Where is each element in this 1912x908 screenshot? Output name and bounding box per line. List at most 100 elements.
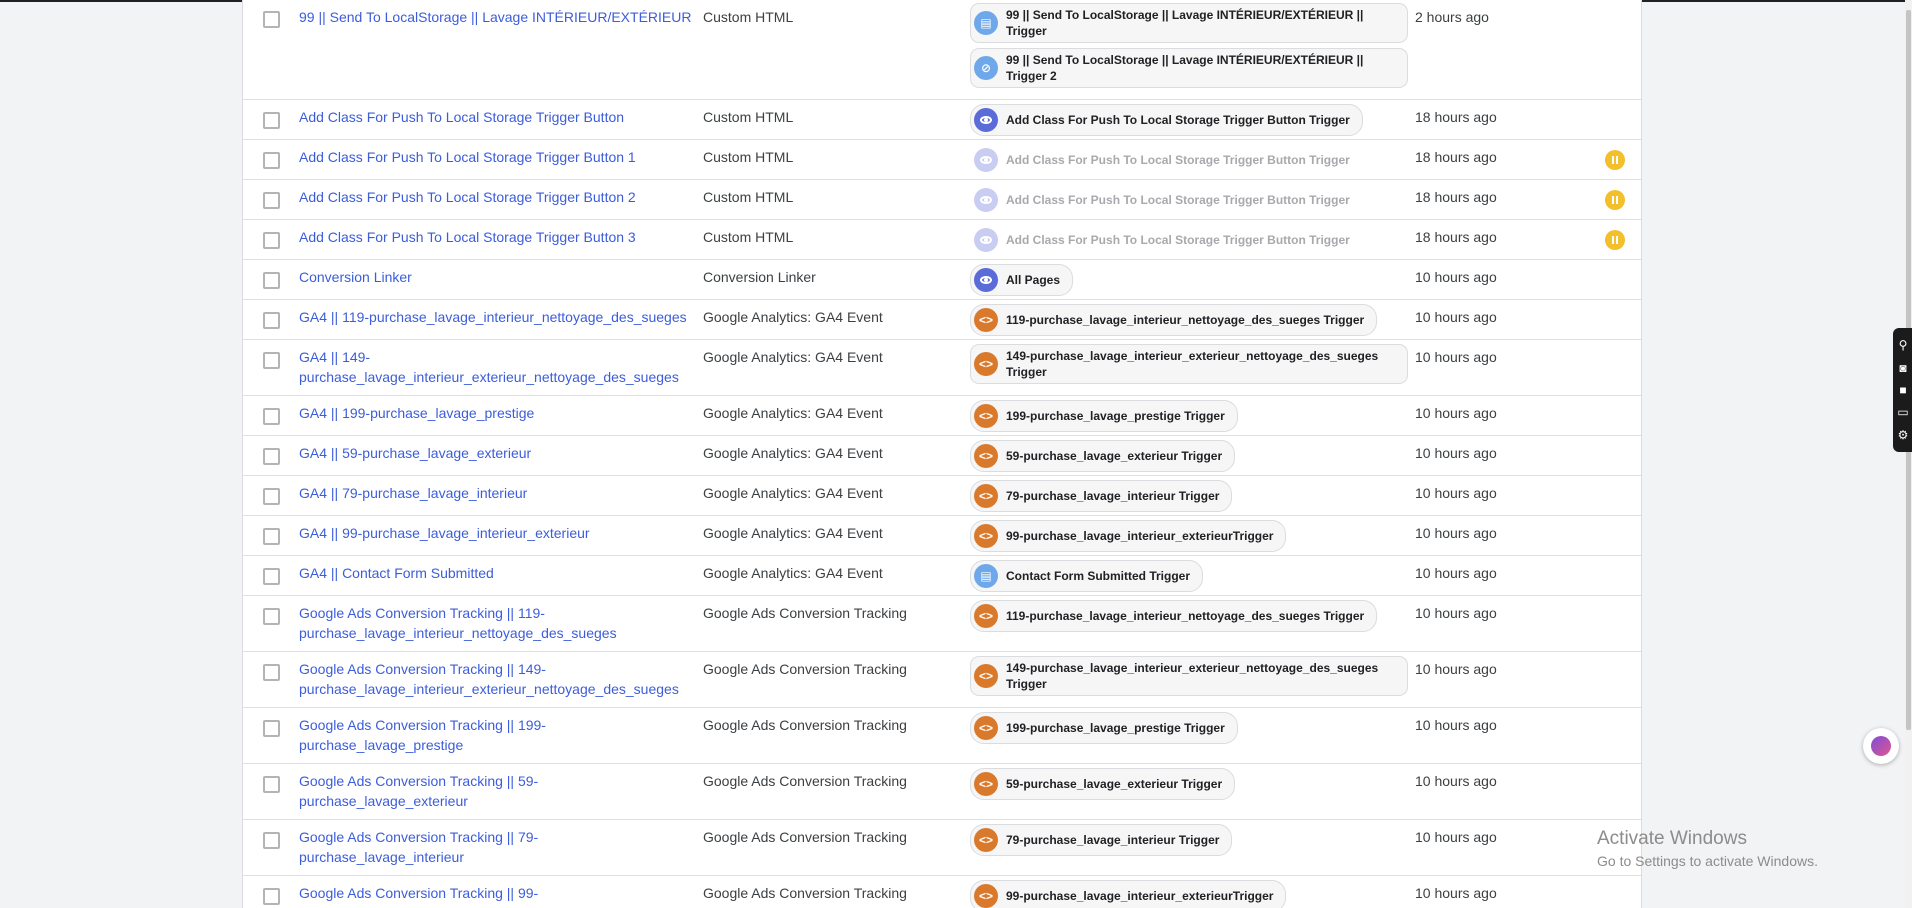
trigger-chip[interactable]: <> 149-purchase_lavage_interieur_exterieu… — [970, 656, 1408, 696]
tag-name-link[interactable]: GA4 || 99-purchase_lavage_interieur_exte… — [299, 523, 699, 543]
tag-name-link[interactable]: GA4 || 149-purchase_lavage_interieur_ext… — [299, 347, 699, 387]
trigger-chip[interactable]: <> 99-purchase_lavage_interieur_exterieur… — [970, 880, 1287, 908]
table-row[interactable]: Add Class For Push To Local Storage Trig… — [243, 140, 1641, 180]
custom-event-icon: <> — [974, 524, 998, 548]
trigger-chip[interactable]: <> 199-purchase_lavage_prestige Trigger — [970, 712, 1238, 744]
trigger-chip[interactable]: ▤ 99 || Send To LocalStorage || Lavage IN… — [970, 3, 1408, 43]
tag-name-link[interactable]: Add Class For Push To Local Storage Trig… — [299, 227, 699, 247]
trigger-chip[interactable]: ⊘ 99 || Send To LocalStorage || Lavage IN… — [970, 48, 1408, 88]
comment-icon[interactable]: ▭ — [1897, 405, 1908, 419]
table-row[interactable]: Google Ads Conversion Tracking || 59-pur… — [243, 764, 1641, 820]
trigger-chip[interactable]: <> 119-purchase_lavage_interieur_nettoyag… — [970, 600, 1378, 632]
table-row[interactable]: Google Ads Conversion Tracking || 119-pu… — [243, 596, 1641, 652]
trigger-chip[interactable]: <> 79-purchase_lavage_interieur Trigger — [970, 824, 1233, 856]
tag-name-link[interactable]: 99 || Send To LocalStorage || Lavage INT… — [299, 7, 699, 27]
trigger-chip[interactable]: <> 119-purchase_lavage_interieur_nettoyag… — [970, 304, 1378, 336]
row-checkbox[interactable] — [263, 720, 280, 737]
row-checkbox[interactable] — [263, 232, 280, 249]
row-checkbox[interactable] — [263, 528, 280, 545]
pin-icon[interactable]: ⚲ — [1899, 338, 1908, 352]
camera-icon[interactable]: ◙ — [1899, 361, 1906, 375]
table-row[interactable]: GA4 || 99-purchase_lavage_interieur_exte… — [243, 516, 1641, 556]
table-row[interactable]: Google Ads Conversion Tracking || 99-pur… — [243, 876, 1641, 908]
pageview-icon — [974, 108, 998, 132]
tag-name-link[interactable]: GA4 || 59-purchase_lavage_exterieur — [299, 443, 699, 463]
tag-name-link[interactable]: Google Ads Conversion Tracking || 119-pu… — [299, 603, 699, 643]
trigger-chip[interactable]: <> 99-purchase_lavage_interieur_exterieur… — [970, 520, 1287, 552]
gear-icon[interactable]: ⚙ — [1898, 428, 1909, 442]
table-row[interactable]: 99 || Send To LocalStorage || Lavage INT… — [243, 0, 1641, 100]
tag-name-link[interactable]: Google Ads Conversion Tracking || 99-pur… — [299, 883, 699, 908]
table-row[interactable]: GA4 || 199-purchase_lavage_prestige Googl… — [243, 396, 1641, 436]
trigger-chip[interactable]: ▤ Contact Form Submitted Trigger — [970, 560, 1204, 592]
table-row[interactable]: GA4 || 119-purchase_lavage_interieur_net… — [243, 300, 1641, 340]
tag-name-link[interactable]: GA4 || 119-purchase_lavage_interieur_net… — [299, 307, 699, 327]
trigger-chip[interactable]: <> 199-purchase_lavage_prestige Trigger — [970, 400, 1238, 432]
row-checkbox[interactable] — [263, 776, 280, 793]
paused-badge-icon[interactable] — [1605, 150, 1625, 170]
table-row[interactable]: GA4 || 79-purchase_lavage_interieur Googl… — [243, 476, 1641, 516]
tag-name-link[interactable]: GA4 || 79-purchase_lavage_interieur — [299, 483, 699, 503]
tag-name-link[interactable]: Google Ads Conversion Tracking || 79-pur… — [299, 827, 699, 867]
tag-name-link[interactable]: Add Class For Push To Local Storage Trig… — [299, 147, 699, 167]
table-row[interactable]: Add Class For Push To Local Storage Trig… — [243, 220, 1641, 260]
table-row[interactable]: Google Ads Conversion Tracking || 79-pur… — [243, 820, 1641, 876]
tag-name-link[interactable]: Google Ads Conversion Tracking || 199-pu… — [299, 715, 699, 755]
trigger-chip[interactable]: <> 79-purchase_lavage_interieur Trigger — [970, 480, 1233, 512]
firing-triggers: <> 79-purchase_lavage_interieur Trigger — [970, 824, 1410, 861]
paused-badge-icon[interactable] — [1605, 230, 1625, 250]
row-checkbox[interactable] — [263, 448, 280, 465]
trigger-chip[interactable]: <> 59-purchase_lavage_exterieur Trigger — [970, 768, 1236, 800]
tag-name-link[interactable]: Google Ads Conversion Tracking || 59-pur… — [299, 771, 699, 811]
paused-badge-icon[interactable] — [1605, 190, 1625, 210]
trigger-chip[interactable]: All Pages — [970, 264, 1074, 296]
last-edited: 18 hours ago — [1415, 229, 1497, 245]
table-row[interactable]: GA4 || 149-purchase_lavage_interieur_ext… — [243, 340, 1641, 396]
row-checkbox[interactable] — [263, 488, 280, 505]
trigger-label: 99 || Send To LocalStorage || Lavage INT… — [1006, 8, 1364, 38]
row-checkbox[interactable] — [263, 608, 280, 625]
trigger-chip[interactable]: <> 149-purchase_lavage_interieur_exterieu… — [970, 344, 1408, 384]
table-row[interactable]: Google Ads Conversion Tracking || 149-pu… — [243, 652, 1641, 708]
row-checkbox[interactable] — [263, 11, 280, 28]
row-checkbox[interactable] — [263, 888, 280, 905]
firing-triggers: Add Class For Push To Local Storage Trig… — [970, 184, 1410, 221]
trigger-label: 79-purchase_lavage_interieur Trigger — [1006, 489, 1220, 503]
trigger-chip[interactable]: Add Class For Push To Local Storage Trig… — [970, 104, 1363, 136]
tag-name-link[interactable]: Google Ads Conversion Tracking || 149-pu… — [299, 659, 699, 699]
table-row[interactable]: GA4 || Contact Form Submitted Google Anal… — [243, 556, 1641, 596]
row-checkbox[interactable] — [263, 568, 280, 585]
table-row[interactable]: Google Ads Conversion Tracking || 199-pu… — [243, 708, 1641, 764]
tag-name-link[interactable]: Conversion Linker — [299, 267, 699, 287]
trigger-chip[interactable]: Add Class For Push To Local Storage Trig… — [970, 184, 1363, 216]
form-icon: ▤ — [974, 564, 998, 588]
video-icon[interactable]: ■ — [1899, 383, 1906, 397]
row-checkbox[interactable] — [263, 352, 280, 369]
tag-name-link[interactable]: Add Class For Push To Local Storage Trig… — [299, 107, 699, 127]
table-row[interactable]: GA4 || 59-purchase_lavage_exterieur Googl… — [243, 436, 1641, 476]
tag-type: Google Ads Conversion Tracking — [703, 717, 907, 733]
row-checkbox[interactable] — [263, 152, 280, 169]
tag-name-link[interactable]: GA4 || 199-purchase_lavage_prestige — [299, 403, 699, 423]
trigger-chip[interactable]: Add Class For Push To Local Storage Trig… — [970, 224, 1363, 256]
row-checkbox[interactable] — [263, 192, 280, 209]
trigger-chip[interactable]: <> 59-purchase_lavage_exterieur Trigger — [970, 440, 1236, 472]
last-edited: 10 hours ago — [1415, 829, 1497, 845]
row-checkbox[interactable] — [263, 664, 280, 681]
table-row[interactable]: Add Class For Push To Local Storage Trig… — [243, 180, 1641, 220]
table-row[interactable]: Conversion Linker Conversion Linker All Pa… — [243, 260, 1641, 300]
tag-name-link[interactable]: Add Class For Push To Local Storage Trig… — [299, 187, 699, 207]
custom-event-icon: <> — [974, 604, 998, 628]
row-checkbox[interactable] — [263, 408, 280, 425]
assistant-launcher-button[interactable] — [1863, 728, 1899, 764]
last-edited: 10 hours ago — [1415, 773, 1497, 789]
table-row[interactable]: Add Class For Push To Local Storage Trig… — [243, 100, 1641, 140]
row-checkbox[interactable] — [263, 832, 280, 849]
tag-name-link[interactable]: GA4 || Contact Form Submitted — [299, 563, 699, 583]
last-edited: 10 hours ago — [1415, 349, 1497, 365]
row-checkbox[interactable] — [263, 312, 280, 329]
tag-type: Custom HTML — [703, 149, 794, 165]
trigger-chip[interactable]: Add Class For Push To Local Storage Trig… — [970, 144, 1363, 176]
row-checkbox[interactable] — [263, 112, 280, 129]
row-checkbox[interactable] — [263, 272, 280, 289]
